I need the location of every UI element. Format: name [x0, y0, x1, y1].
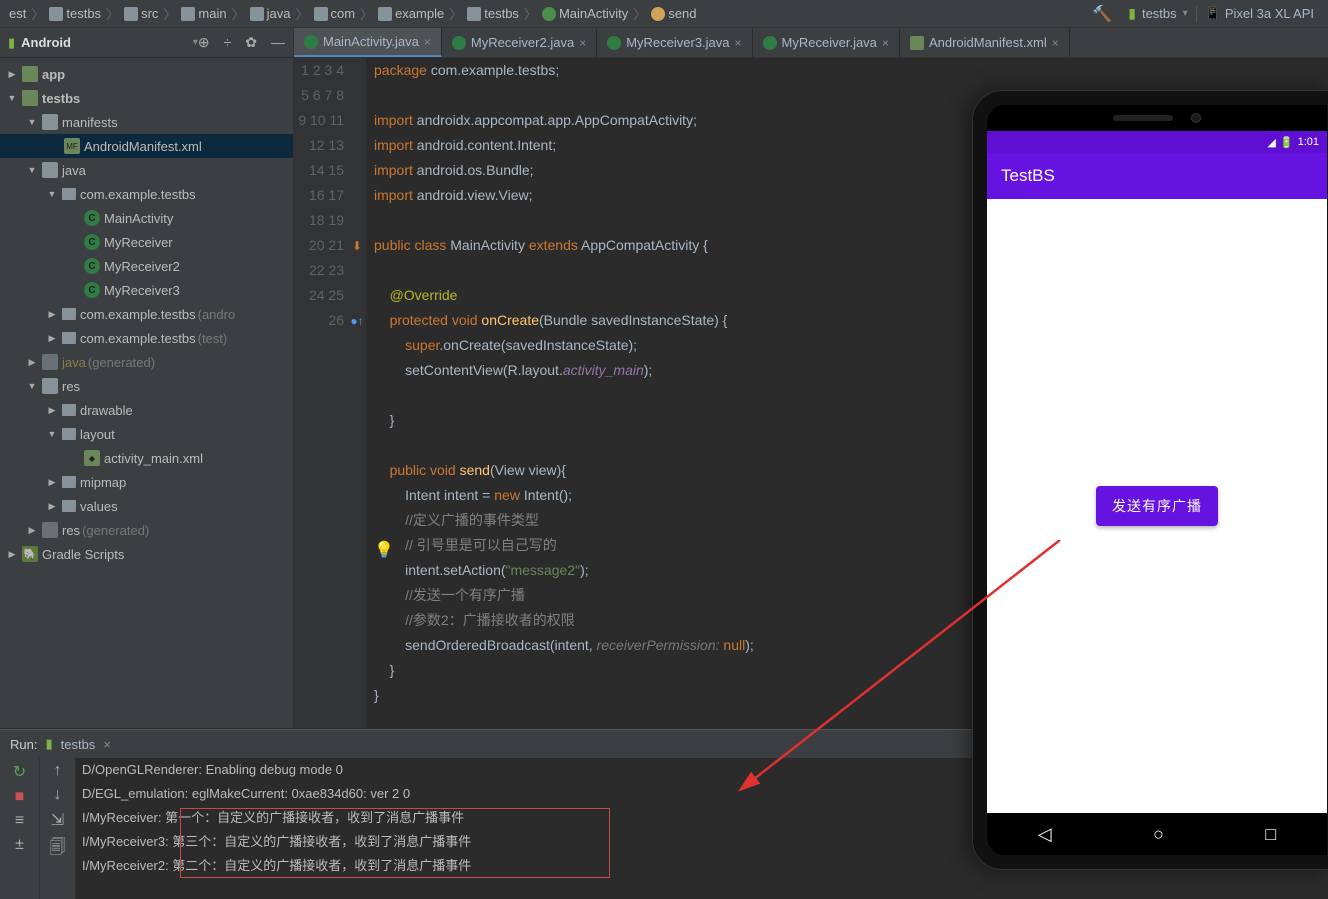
- android-icon: ▮: [8, 35, 15, 51]
- phone-status-bar: ◢🔋1:01: [987, 131, 1327, 153]
- emulator-frame: ◢🔋1:01 TestBS 发送有序广播 ◁ ○ □: [972, 90, 1328, 870]
- tab-myreceiver2[interactable]: MyReceiver2.java×: [442, 28, 597, 57]
- tree-java[interactable]: ▼java: [0, 158, 293, 182]
- run-toolbar-left: ↻ ■ ≡ ±: [0, 758, 40, 899]
- tab-main-activity[interactable]: MainActivity.java×: [294, 28, 442, 57]
- phone-content[interactable]: 发送有序广播: [987, 199, 1327, 813]
- tab-manifest[interactable]: AndroidManifest.xml×: [900, 28, 1070, 57]
- close-icon[interactable]: ×: [424, 35, 431, 49]
- build-icon[interactable]: 🔨: [1092, 4, 1112, 24]
- target-icon[interactable]: ⊕: [198, 34, 210, 51]
- tree-app[interactable]: ▶app: [0, 62, 293, 86]
- close-icon[interactable]: ×: [103, 737, 111, 752]
- run-toolbar-2: ↑ ↓ ⇲ 🗐: [40, 758, 76, 899]
- chevron-down-icon: ▾: [1183, 8, 1188, 19]
- down-icon[interactable]: ↓: [54, 786, 62, 804]
- crumb-main[interactable]: main: [178, 6, 229, 21]
- crumb-example[interactable]: example: [375, 6, 447, 21]
- nav-home-icon[interactable]: ○: [1153, 824, 1164, 845]
- tab-myreceiver[interactable]: MyReceiver.java×: [753, 28, 900, 57]
- minimize-icon[interactable]: —: [271, 34, 285, 51]
- tree-pkg-test[interactable]: ▶com.example.testbs(test): [0, 326, 293, 350]
- project-sidebar: ▮ Android ▾ ⊕ ÷ ✿ — ▶app ▼testbs ▼manife…: [0, 28, 294, 728]
- close-icon[interactable]: ×: [882, 36, 889, 50]
- phone-notch: [987, 105, 1327, 131]
- tree-main-activity[interactable]: CMainActivity: [0, 206, 293, 230]
- crumb-src[interactable]: src: [121, 6, 161, 21]
- send-broadcast-button[interactable]: 发送有序广播: [1096, 486, 1218, 526]
- divide-icon[interactable]: ÷: [224, 34, 232, 51]
- nav-recent-icon[interactable]: □: [1265, 824, 1276, 845]
- crumb-testbs[interactable]: testbs: [46, 6, 104, 21]
- tree-manifests[interactable]: ▼manifests: [0, 110, 293, 134]
- tree-gradle[interactable]: ▶🐘Gradle Scripts: [0, 542, 293, 566]
- android-icon: ▮: [45, 736, 52, 752]
- close-icon[interactable]: ×: [735, 36, 742, 50]
- tree-mipmap[interactable]: ▶mipmap: [0, 470, 293, 494]
- gutter-extras: ⬇ ●↑: [354, 58, 366, 728]
- crumb-com[interactable]: com: [311, 6, 359, 21]
- tree-pkg[interactable]: ▼com.example.testbs: [0, 182, 293, 206]
- print-icon[interactable]: 🗐: [50, 836, 66, 863]
- sidebar-title[interactable]: Android: [21, 35, 189, 50]
- tree-activity-main[interactable]: ◆activity_main.xml: [0, 446, 293, 470]
- layout-icon[interactable]: ≡: [15, 812, 24, 830]
- sidebar-header: ▮ Android ▾ ⊕ ÷ ✿ —: [0, 28, 293, 58]
- phone-app-bar: TestBS: [987, 153, 1327, 199]
- nav-back-icon[interactable]: ◁: [1038, 824, 1052, 845]
- tree-res[interactable]: ▼res: [0, 374, 293, 398]
- stop-icon[interactable]: ■: [15, 788, 25, 806]
- crumb-class[interactable]: MainActivity: [539, 6, 631, 21]
- device-selector[interactable]: 📱 Pixel 3a XL API: [1196, 6, 1322, 22]
- tree-pkg-android[interactable]: ▶com.example.testbs(andro: [0, 302, 293, 326]
- more-icon[interactable]: ±: [15, 836, 24, 854]
- highlight-box: [180, 808, 610, 878]
- close-icon[interactable]: ×: [1052, 36, 1059, 50]
- line-gutter: 1 2 3 4 5 6 7 8 9 10 11 12 13 14 15 16 1…: [294, 58, 354, 728]
- gear-icon[interactable]: ✿: [245, 34, 257, 51]
- android-icon: ▮: [1128, 5, 1136, 22]
- up-icon[interactable]: ↑: [54, 762, 62, 780]
- tree-values[interactable]: ▶values: [0, 494, 293, 518]
- tree-layout[interactable]: ▼layout: [0, 422, 293, 446]
- crumb-est[interactable]: est: [6, 6, 29, 21]
- phone-nav-bar: ◁ ○ □: [987, 813, 1327, 855]
- tree-manifest-file[interactable]: MFAndroidManifest.xml: [0, 134, 293, 158]
- implement-icon[interactable]: ●↑: [348, 313, 366, 329]
- run-app-name[interactable]: testbs: [61, 737, 96, 752]
- lightbulb-icon[interactable]: 💡: [374, 540, 394, 560]
- tree-myreceiver[interactable]: CMyReceiver: [0, 230, 293, 254]
- tree-myreceiver3[interactable]: CMyReceiver3: [0, 278, 293, 302]
- tree-drawable[interactable]: ▶drawable: [0, 398, 293, 422]
- crumb-testbs2[interactable]: testbs: [464, 6, 522, 21]
- tab-myreceiver3[interactable]: MyReceiver3.java×: [597, 28, 752, 57]
- crumb-method[interactable]: send: [648, 6, 699, 21]
- override-icon[interactable]: ⬇: [348, 238, 366, 254]
- tree-myreceiver2[interactable]: CMyReceiver2: [0, 254, 293, 278]
- tree-testbs[interactable]: ▼testbs: [0, 86, 293, 110]
- tree-java-gen[interactable]: ▶java(generated): [0, 350, 293, 374]
- close-icon[interactable]: ×: [579, 36, 586, 50]
- tree-res-gen[interactable]: ▶res(generated): [0, 518, 293, 542]
- run-config-selector[interactable]: ▮ testbs ▾: [1120, 5, 1195, 22]
- rerun-icon[interactable]: ↻: [13, 762, 26, 782]
- wrap-icon[interactable]: ⇲: [51, 810, 64, 830]
- editor-tabs: MainActivity.java× MyReceiver2.java× MyR…: [294, 28, 1328, 58]
- crumb-java[interactable]: java: [247, 6, 294, 21]
- run-label: Run:: [10, 737, 37, 752]
- breadcrumb-bar: est〉 testbs〉 src〉 main〉 java〉 com〉 examp…: [0, 0, 1328, 28]
- project-tree[interactable]: ▶app ▼testbs ▼manifests MFAndroidManifes…: [0, 58, 293, 728]
